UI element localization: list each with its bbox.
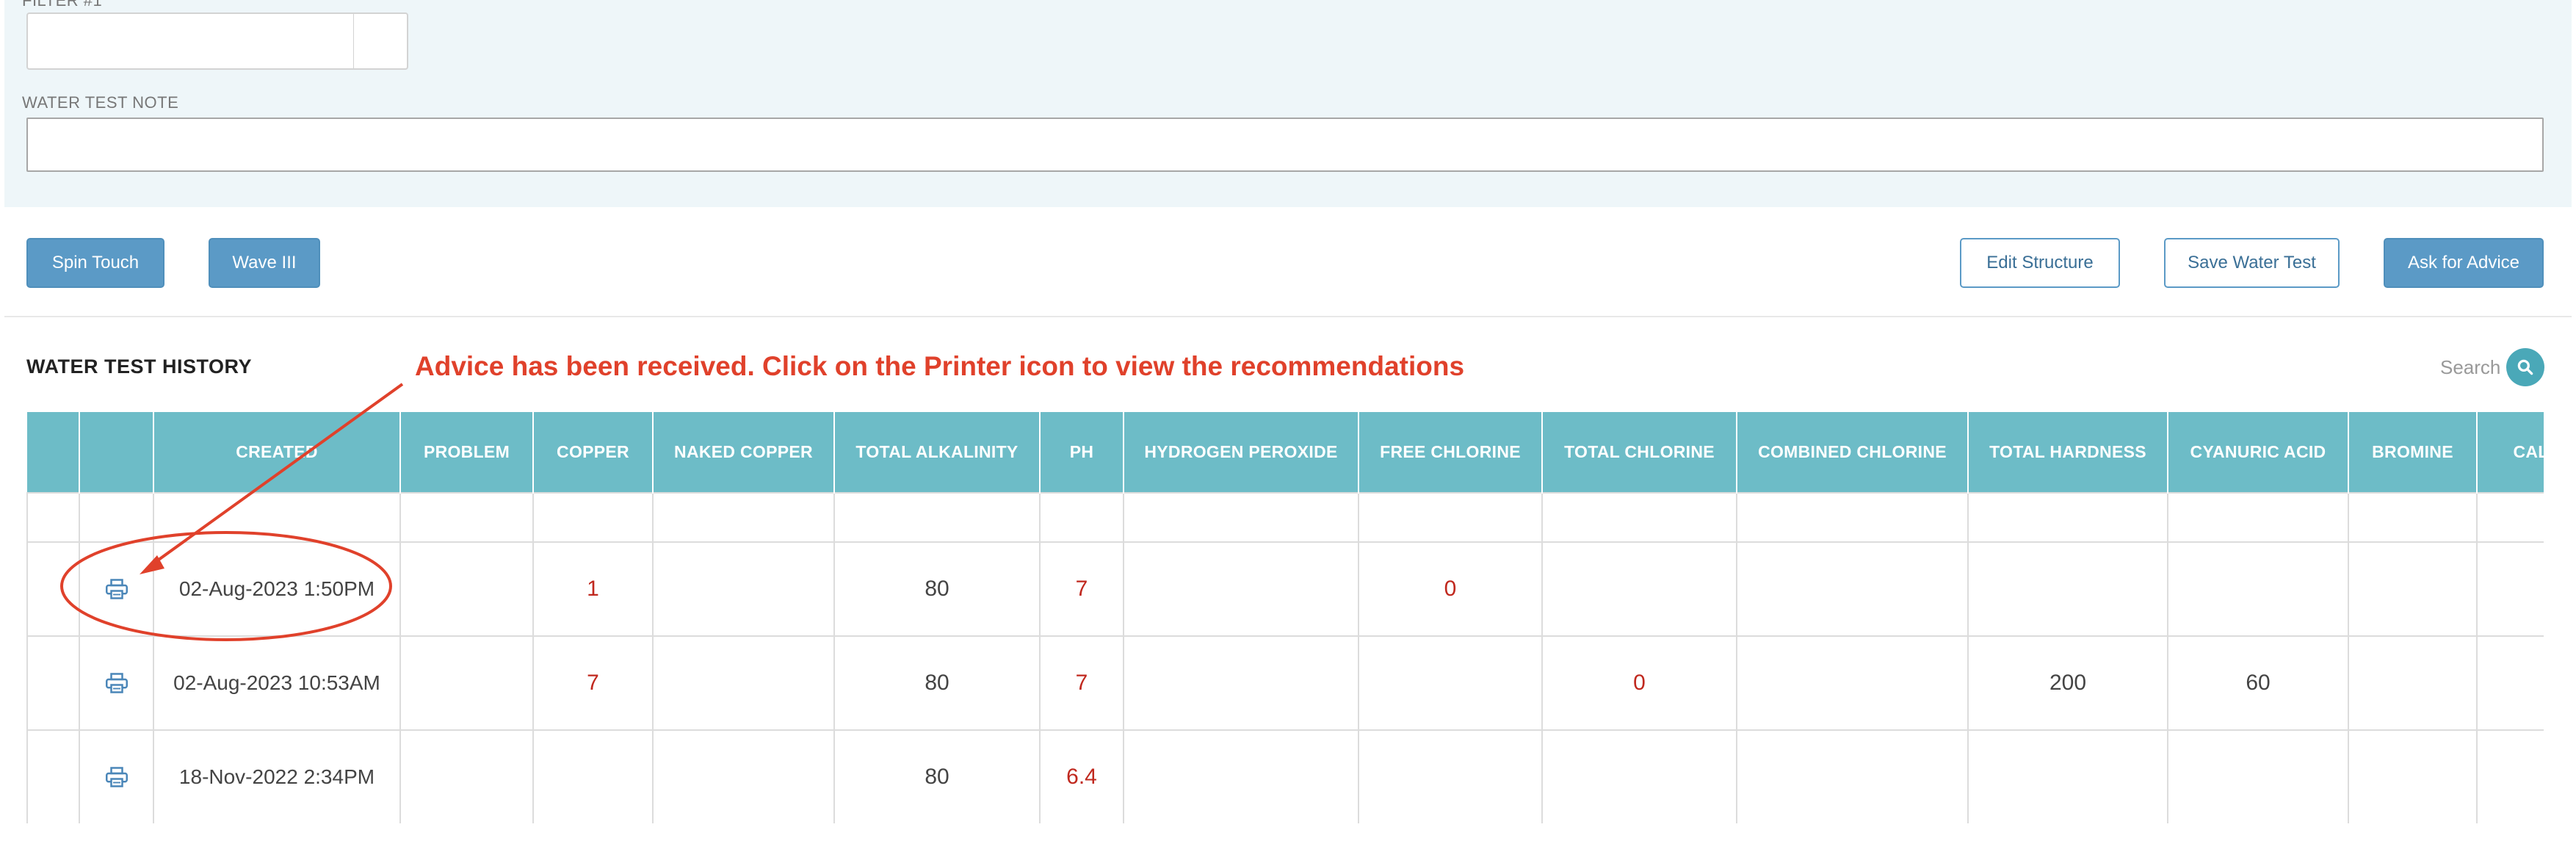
table-row[interactable]: 02-Aug-2023 1:50PM 1 80 7 0	[26, 541, 2544, 637]
search-icon	[2517, 359, 2533, 375]
column-header-total-chlorine[interactable]: TOTAL CHLORINE	[1542, 412, 1737, 493]
cell-problem	[399, 541, 534, 637]
table-row[interactable]: 18-Nov-2022 2:34PM 80 6.4	[26, 729, 2544, 823]
cell-created: 18-Nov-2022 2:34PM	[153, 729, 401, 823]
cell-naked-copper	[652, 729, 835, 823]
cell-total-chlorine: 0	[1541, 635, 1737, 731]
table-row[interactable]: 02-Aug-2023 10:53AM 7 80 7 0 200 60	[26, 635, 2544, 731]
column-header-free-chlorine[interactable]: FREE CHLORINE	[1358, 412, 1543, 493]
row-select-cell[interactable]	[26, 729, 80, 823]
column-header-bromine[interactable]: BROMINE	[2348, 412, 2478, 493]
water-test-history-table: CREATED PROBLEM COPPER NAKED COPPER TOTA…	[26, 412, 2544, 823]
cell-cyanuric-acid	[2167, 729, 2349, 823]
cell-copper: 1	[532, 541, 654, 637]
cell-total-hardness	[1967, 729, 2168, 823]
filter-input-addon[interactable]	[353, 12, 408, 70]
printer-icon[interactable]	[105, 579, 128, 599]
cell-calc	[2476, 729, 2544, 823]
cell-ph: 6.4	[1039, 729, 1124, 823]
cell-free-chlorine	[1358, 635, 1543, 731]
cell-copper	[532, 729, 654, 823]
cell-total-alkalinity: 80	[833, 541, 1041, 637]
cell-combined-chlorine	[1736, 635, 1969, 731]
cell-created: 02-Aug-2023 1:50PM	[153, 541, 401, 637]
printer-cell[interactable]	[79, 541, 154, 637]
filter-input[interactable]	[26, 12, 355, 70]
printer-icon[interactable]	[105, 673, 128, 693]
column-header-problem[interactable]: PROBLEM	[400, 412, 534, 493]
column-header-copper[interactable]: COPPER	[533, 412, 654, 493]
cell-naked-copper	[652, 635, 835, 731]
column-header	[27, 412, 80, 493]
ask-for-advice-button[interactable]: Ask for Advice	[2384, 238, 2544, 288]
cell-hydrogen-peroxide	[1123, 729, 1359, 823]
cell-hydrogen-peroxide	[1123, 635, 1359, 731]
water-test-note-label: WATER TEST NOTE	[22, 93, 179, 112]
wave-iii-button[interactable]: Wave III	[209, 238, 320, 288]
cell-calc	[2476, 541, 2544, 637]
table-header-row: CREATED PROBLEM COPPER NAKED COPPER TOTA…	[27, 412, 2544, 493]
cell-bromine	[2348, 541, 2478, 637]
cell-created: 02-Aug-2023 10:53AM	[153, 635, 401, 731]
cell-calc	[2476, 635, 2544, 731]
section-divider	[4, 316, 2572, 317]
column-header-hydrogen-peroxide[interactable]: HYDROGEN PEROXIDE	[1124, 412, 1359, 493]
filter-label: FILTER #1	[22, 0, 103, 10]
spin-touch-button[interactable]: Spin Touch	[26, 238, 164, 288]
edit-structure-button[interactable]: Edit Structure	[1960, 238, 2120, 288]
cell-copper: 7	[532, 635, 654, 731]
search-button[interactable]	[2506, 348, 2544, 386]
column-header-total-alkalinity[interactable]: TOTAL ALKALINITY	[834, 412, 1041, 493]
column-header-cyanuric-acid[interactable]: CYANURIC ACID	[2168, 412, 2349, 493]
column-header-ph[interactable]: PH	[1040, 412, 1124, 493]
cell-combined-chlorine	[1736, 729, 1969, 823]
column-header-combined-chlorine[interactable]: COMBINED CHLORINE	[1737, 412, 1969, 493]
cell-combined-chlorine	[1736, 541, 1969, 637]
cell-total-alkalinity: 80	[833, 635, 1041, 731]
cell-free-chlorine: 0	[1358, 541, 1543, 637]
annotation-text: Advice has been received. Click on the P…	[415, 351, 1465, 381]
column-header-created[interactable]: CREATED	[153, 412, 401, 493]
cell-total-hardness: 200	[1967, 635, 2168, 731]
cell-total-alkalinity: 80	[833, 729, 1041, 823]
cell-total-chlorine	[1541, 541, 1737, 637]
row-select-cell[interactable]	[26, 541, 80, 637]
table-filter-row	[26, 492, 2544, 543]
save-water-test-button[interactable]: Save Water Test	[2164, 238, 2340, 288]
cell-ph: 7	[1039, 541, 1124, 637]
cell-problem	[399, 635, 534, 731]
cell-cyanuric-acid	[2167, 541, 2349, 637]
search-label[interactable]: Search	[2440, 356, 2500, 379]
cell-bromine	[2348, 635, 2478, 731]
cell-total-chlorine	[1541, 729, 1737, 823]
cell-hydrogen-peroxide	[1123, 541, 1359, 637]
row-select-cell[interactable]	[26, 635, 80, 731]
cell-bromine	[2348, 729, 2478, 823]
cell-naked-copper	[652, 541, 835, 637]
column-header-total-hardness[interactable]: TOTAL HARDNESS	[1968, 412, 2168, 493]
printer-cell[interactable]	[79, 635, 154, 731]
column-header-naked-copper[interactable]: NAKED COPPER	[653, 412, 835, 493]
cell-free-chlorine	[1358, 729, 1543, 823]
column-header	[79, 412, 154, 493]
column-header-calc[interactable]: CALC	[2477, 412, 2544, 493]
water-test-note-input[interactable]	[26, 118, 2544, 172]
water-test-history-title: WATER TEST HISTORY	[26, 355, 253, 378]
water-test-history-table-wrap[interactable]: CREATED PROBLEM COPPER NAKED COPPER TOTA…	[26, 412, 2544, 823]
cell-ph: 7	[1039, 635, 1124, 731]
printer-icon[interactable]	[105, 767, 128, 787]
cell-problem	[399, 729, 534, 823]
printer-cell[interactable]	[79, 729, 154, 823]
cell-cyanuric-acid: 60	[2167, 635, 2349, 731]
cell-total-hardness	[1967, 541, 2168, 637]
